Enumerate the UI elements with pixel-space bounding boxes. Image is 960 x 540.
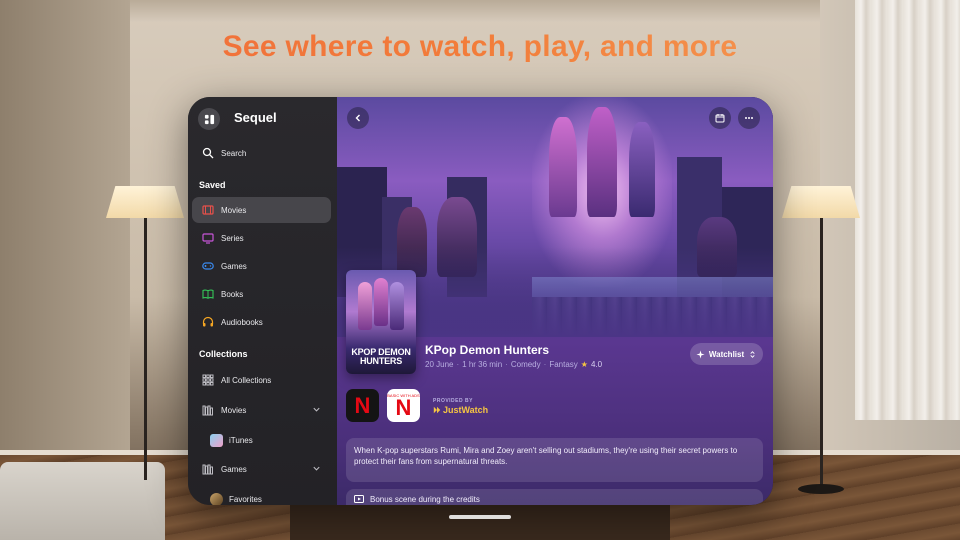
chevron-left-icon <box>355 114 360 122</box>
room-ceiling <box>0 0 960 22</box>
netflix-logo-icon: N <box>395 395 412 420</box>
floor-lamp-pole <box>144 218 147 480</box>
window-grab-bar[interactable] <box>449 515 511 519</box>
calendar-icon <box>715 114 725 123</box>
provider-netflix[interactable]: N <box>346 389 379 422</box>
sidebar-item-series[interactable]: Series <box>192 225 331 251</box>
sequel-logo-icon[interactable] <box>198 108 220 130</box>
chevron-up-down-icon <box>750 350 755 358</box>
shelf-icon <box>201 403 215 417</box>
chevron-down-icon[interactable] <box>312 464 321 473</box>
sidebar-item-label: Movies <box>221 205 247 215</box>
runtime: 1 hr 36 min <box>462 360 503 369</box>
sidebar-item-label: Games <box>221 261 247 271</box>
chevron-down-icon[interactable] <box>312 405 321 414</box>
release-date: 20 June <box>425 360 454 369</box>
more-button[interactable] <box>738 107 760 129</box>
room-wall <box>0 0 130 460</box>
sidebar-item-label: Series <box>221 233 244 243</box>
sidebar-item-itunes[interactable]: iTunes <box>192 427 331 453</box>
synopsis: When K-pop superstars Rumi, Mira and Zoe… <box>346 438 763 482</box>
gamepad-icon <box>201 259 215 273</box>
film-icon <box>201 203 215 217</box>
sidebar-item-label: All Collections <box>221 375 272 385</box>
sidebar-item-favorites[interactable]: Favorites <box>192 486 331 505</box>
sidebar-item-label: Audiobooks <box>221 317 263 327</box>
bonus-label: Bonus scene during the credits <box>370 494 480 504</box>
app-name: Sequel <box>234 110 277 125</box>
floor-lamp-shade <box>782 186 860 218</box>
saved-header: Saved <box>199 180 226 190</box>
sidebar-item-label: Search <box>221 148 247 158</box>
genre: Comedy <box>510 360 541 369</box>
sidebar-item-audiobooks[interactable]: Audiobooks <box>192 309 331 335</box>
movie-title: KPop Demon Hunters <box>425 343 550 357</box>
ellipsis-icon <box>745 117 753 119</box>
sofa <box>0 462 165 540</box>
watchlist-button[interactable]: Watchlist <box>690 343 763 365</box>
floor-lamp-pole <box>820 218 823 488</box>
book-icon <box>201 287 215 301</box>
sidebar-item-games[interactable]: Games <box>192 253 331 279</box>
headphones-icon <box>201 315 215 329</box>
shelf-icon <box>201 462 215 476</box>
sidebar-item-label: Movies <box>221 405 247 415</box>
grid-icon <box>201 373 215 387</box>
sidebar-item-search[interactable]: Search <box>192 140 331 166</box>
sidebar: Sequel Search Saved Movies Series Games <box>188 97 337 505</box>
calendar-button[interactable] <box>709 107 731 129</box>
itunes-thumb <box>209 433 223 447</box>
favorites-thumb <box>209 492 223 505</box>
search-icon <box>201 146 215 160</box>
collections-header: Collections <box>199 349 248 359</box>
movie-poster[interactable]: KPOP DEMON HUNTERS <box>346 270 416 374</box>
sparkle-icon <box>696 349 705 359</box>
justwatch-link[interactable]: JustWatch <box>433 405 488 415</box>
genre: Fantasy <box>549 360 578 369</box>
sidebar-item-all-collections[interactable]: All Collections <box>192 367 331 393</box>
netflix-logo-icon: N <box>354 392 371 418</box>
movie-detail-pane: KPOP DEMON HUNTERS KPop Demon Hunters 20… <box>337 97 773 505</box>
provider-netflix-with-ads[interactable]: BASIC WITH ADS N <box>387 389 420 422</box>
tv-stand <box>290 505 670 540</box>
bonus-scene-row[interactable]: Bonus scene during the credits <box>346 489 763 505</box>
sidebar-item-label: Favorites <box>229 494 262 504</box>
movie-meta: 20 June · 1 hr 36 min · Comedy · Fantasy… <box>425 360 603 369</box>
star-icon: ★ <box>580 360 588 369</box>
sidebar-item-label: iTunes <box>229 435 253 445</box>
back-button[interactable] <box>347 107 369 129</box>
sidebar-item-collection-games[interactable]: Games <box>192 456 331 482</box>
sidebar-item-books[interactable]: Books <box>192 281 331 307</box>
rating-value: 4.0 <box>590 360 603 369</box>
provided-by-label: PROVIDED BY <box>433 398 473 404</box>
floor-lamp-shade <box>106 186 184 218</box>
justwatch-logo-icon <box>433 406 441 414</box>
sidebar-item-collection-movies[interactable]: Movies <box>192 397 331 423</box>
watchlist-label: Watchlist <box>708 349 745 359</box>
app-window: Sequel Search Saved Movies Series Games <box>188 97 773 505</box>
headline: See where to watch, play, and more <box>0 30 960 64</box>
play-rect-icon <box>354 495 364 503</box>
poster-title: KPOP DEMON HUNTERS <box>351 347 411 366</box>
tv-icon <box>201 231 215 245</box>
floor-lamp-base <box>798 484 844 494</box>
sidebar-item-label: Books <box>221 289 244 299</box>
sidebar-item-label: Games <box>221 464 247 474</box>
sidebar-item-movies[interactable]: Movies <box>192 197 331 223</box>
